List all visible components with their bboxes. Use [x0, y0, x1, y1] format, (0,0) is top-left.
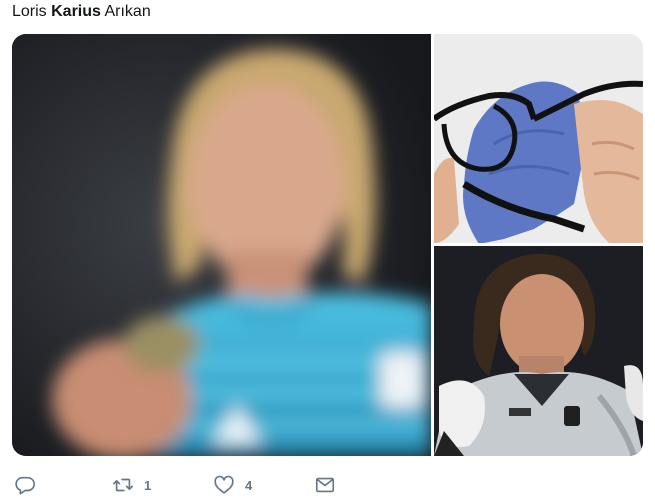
- like-icon: [214, 475, 234, 494]
- tweet-text: Loris Karius Arıkan: [12, 2, 151, 22]
- blurred-goalkeeper-image: [12, 34, 431, 456]
- direct-message-icon: [315, 477, 335, 493]
- tweet-text-first: Loris: [12, 3, 52, 20]
- glasses-cloth-image: [434, 34, 643, 243]
- tweet-text-bold: Karius: [51, 3, 101, 20]
- direct-message-button[interactable]: [314, 474, 336, 496]
- reply-button[interactable]: [14, 474, 46, 496]
- retweet-icon: [113, 478, 133, 492]
- retweet-count: 1: [144, 477, 152, 493]
- media-image-bottom-right[interactable]: [434, 246, 643, 456]
- media-grid: [12, 34, 643, 456]
- like-count: 4: [245, 477, 253, 493]
- like-button[interactable]: 4: [213, 474, 252, 496]
- retweet-button[interactable]: 1: [112, 474, 151, 496]
- media-image-top-right[interactable]: [434, 34, 643, 243]
- media-image-main[interactable]: [12, 34, 431, 456]
- tweet-text-last: Arıkan: [100, 3, 151, 20]
- reply-icon: [15, 476, 35, 495]
- tweet-actions: 1 4: [0, 466, 655, 504]
- goalkeeper-image: [434, 246, 643, 456]
